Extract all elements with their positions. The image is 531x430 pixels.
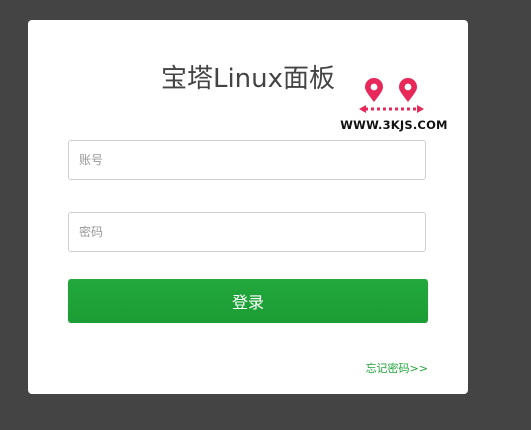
site-watermark: WWW.3KJS.COM (334, 78, 454, 138)
username-field[interactable] (68, 140, 426, 180)
username-input[interactable] (69, 141, 425, 179)
location-pin-icon (359, 78, 424, 113)
forgot-password-link[interactable]: 忘记密码>> (366, 360, 428, 376)
watermark-text: WWW.3KJS.COM (340, 118, 448, 132)
password-field[interactable] (68, 212, 426, 252)
login-card: 宝塔Linux面板 WWW.3KJS.COM 登录 忘记密码>> (28, 20, 468, 394)
password-input[interactable] (69, 213, 425, 251)
login-button[interactable]: 登录 (68, 279, 428, 323)
